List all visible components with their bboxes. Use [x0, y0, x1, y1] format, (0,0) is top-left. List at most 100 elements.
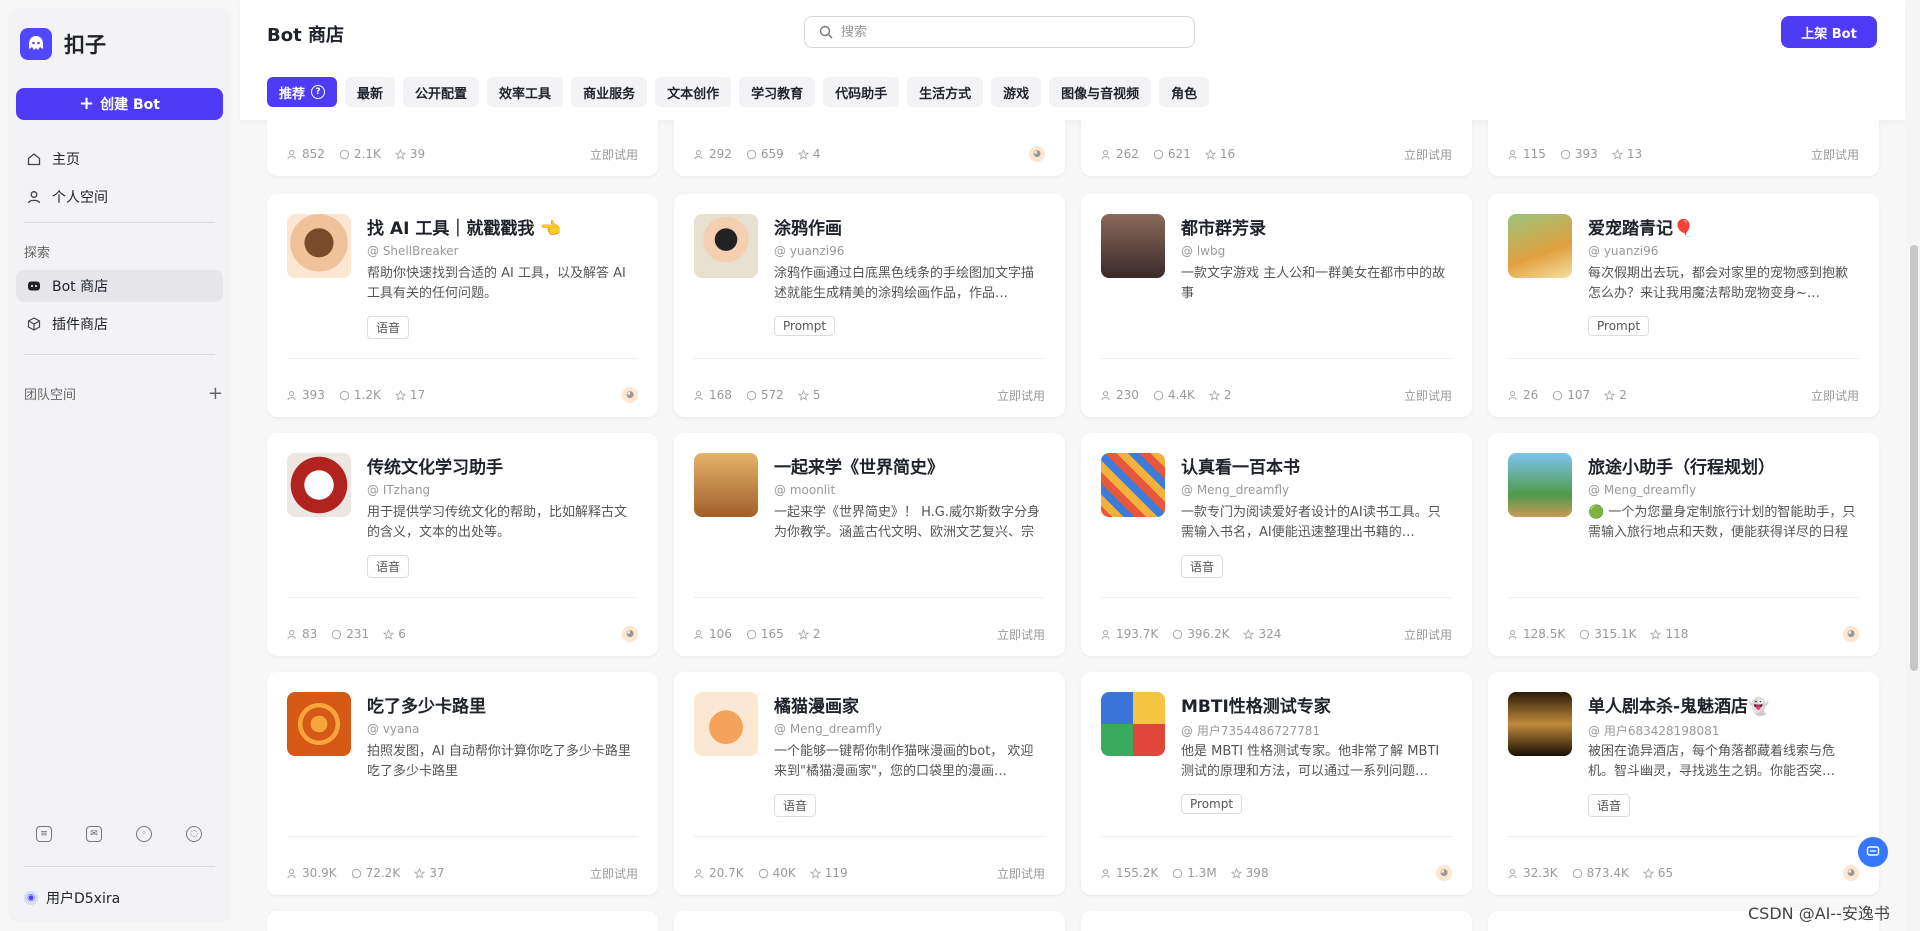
bot-card[interactable] — [267, 911, 658, 931]
try-now-link[interactable]: 立即试用 — [997, 626, 1045, 643]
bot-card[interactable]: 爱宠踏青记🎈 @ yuanzi96 每次假期出去玩，都会对家里的宠物感到抱歉怎么… — [1488, 194, 1879, 417]
bot-card[interactable] — [1081, 911, 1472, 931]
card-body: 涂鸦作画 @ yuanzi96 涂鸦作画通过白底黑色线条的手绘图加文字描述就能生… — [694, 214, 1045, 346]
bot-author: @ Meng_dreamfly — [1181, 483, 1290, 497]
sidebar-item-bot-store[interactable]: Bot 商店 — [16, 270, 223, 302]
try-now-link[interactable]: 立即试用 — [590, 146, 638, 163]
chats-stat: 107 — [1552, 388, 1590, 402]
bot-avatar — [1101, 453, 1165, 517]
tab-games[interactable]: 游戏 — [991, 77, 1042, 107]
bot-card[interactable]: MBTI性格测试专家 @ 用户7354486727781 他是 MBTI 性格测… — [1081, 672, 1472, 895]
bot-description: 一起来学《世界简史》！ H.G.威尔斯数字分身为你教学。涵盖古代文明、欧洲文艺复… — [774, 505, 1041, 540]
card-divider — [1508, 836, 1859, 837]
card-body: 单人剧本杀-鬼魅酒店👻 @ 用户683428198081 被困在诡异酒店，每个角… — [1508, 692, 1859, 824]
bot-description: 用于提供学习传统文化的帮助，比如解释古文的含义，文本的出处等。 — [367, 505, 628, 540]
help-icon[interactable]: ? — [311, 85, 326, 99]
bot-title: 认真看一百本书 — [1181, 458, 1300, 478]
bot-author: @ 用户683428198081 — [1588, 724, 1720, 738]
sidebar-item-label: 插件商店 — [52, 317, 108, 333]
bot-card[interactable]: 橘猫漫画家 @ Meng_dreamfly 一个能够一键帮你制作猫咪漫画的bot… — [674, 672, 1065, 895]
bot-card[interactable] — [674, 911, 1065, 931]
bot-avatar — [1101, 692, 1165, 756]
create-bot-button[interactable]: + 创建 Bot — [16, 88, 223, 120]
bot-avatar — [694, 214, 758, 278]
tab-public-config[interactable]: 公开配置 — [403, 77, 480, 107]
team-space-row[interactable]: 团队空间 + — [24, 383, 223, 404]
tab-productivity[interactable]: 效率工具 — [487, 77, 564, 107]
tab-media[interactable]: 图像与音视频 — [1049, 77, 1152, 107]
bot-card[interactable]: 传统文化学习助手 @ ITzhang 用于提供学习传统文化的帮助，比如解释古文的… — [267, 433, 658, 656]
chats-stat: 165 — [746, 627, 784, 641]
user-icon — [26, 189, 42, 205]
card-divider — [694, 836, 1045, 837]
stars-stat: 37 — [414, 866, 444, 880]
bot-card[interactable]: 262 621 16 立即试用 — [1081, 120, 1472, 176]
tab-business[interactable]: 商业服务 — [571, 77, 648, 107]
chat-support-button[interactable] — [1858, 837, 1888, 867]
try-now-link[interactable]: 立即试用 — [1811, 387, 1859, 404]
try-now-link[interactable]: 立即试用 — [997, 387, 1045, 404]
user-profile[interactable]: ◉ 用户D5xira — [24, 888, 120, 908]
bot-avatar — [287, 214, 351, 278]
try-now-link[interactable]: 立即试用 — [590, 865, 638, 882]
wechat-icon[interactable]: ◌ — [186, 826, 202, 842]
brand[interactable]: 扣子 — [20, 28, 106, 60]
creator-avatar-icon: ◕ — [1029, 146, 1045, 162]
card-divider — [1101, 597, 1452, 598]
search-input[interactable] — [841, 24, 1171, 40]
stars-stat: 5 — [797, 388, 820, 402]
bot-card[interactable]: 115 393 13 立即试用 — [1488, 120, 1879, 176]
chats-stat: 873.4K — [1572, 866, 1629, 880]
bot-card[interactable]: 852 2.1K 39 立即试用 — [267, 120, 658, 176]
try-now-link[interactable]: 立即试用 — [1404, 387, 1452, 404]
bot-description: 🟢 一个为您量身定制旅行计划的智能助手，只需输入旅行地点和天数，便能获得详尽的日… — [1588, 505, 1856, 540]
scrollbar[interactable] — [1906, 0, 1920, 931]
bot-grid: 852 2.1K 39 立即试用 292 659 4 ◕ 262 621 16 … — [240, 120, 1905, 931]
sidebar-item-label: 主页 — [52, 152, 80, 168]
stars-stat: 2 — [1604, 388, 1627, 402]
search-box[interactable] — [804, 16, 1195, 48]
sidebar-item-personal[interactable]: 个人空间 — [16, 181, 223, 213]
bot-card[interactable]: 旅途小助手（行程规划） @ Meng_dreamfly 🟢 一个为您量身定制旅行… — [1488, 433, 1879, 656]
try-now-link[interactable]: 立即试用 — [1404, 146, 1452, 163]
chats-stat: 1.3M — [1172, 866, 1217, 880]
tab-writing[interactable]: 文本创作 — [655, 77, 732, 107]
stars-stat: 2 — [1208, 388, 1232, 402]
bot-card[interactable]: 涂鸦作画 @ yuanzi96 涂鸦作画通过白底黑色线条的手绘图加文字描述就能生… — [674, 194, 1065, 417]
bot-avatar — [694, 692, 758, 756]
bot-title: 涂鸦作画 — [774, 219, 842, 239]
bot-description: 被困在诡异酒店，每个角落都藏着线索与危机。智斗幽灵，寻找逃生之钥。你能否突… — [1588, 744, 1836, 779]
chats-stat: 572 — [746, 388, 784, 402]
stars-stat: 118 — [1650, 627, 1688, 641]
bot-card[interactable]: 认真看一百本书 @ Meng_dreamfly 一款专门为阅读爱好者设计的AI读… — [1081, 433, 1472, 656]
document-icon[interactable]: ≡ — [36, 826, 52, 842]
tab-roles[interactable]: 角色 — [1159, 77, 1210, 107]
bot-card[interactable]: 292 659 4 ◕ — [674, 120, 1065, 176]
tab-latest[interactable]: 最新 — [345, 77, 396, 107]
sidebar-item-home[interactable]: 主页 — [16, 143, 223, 175]
users-stat: 32.3K — [1508, 866, 1558, 880]
bot-card[interactable]: 单人剧本杀-鬼魅酒店👻 @ 用户683428198081 被困在诡异酒店，每个角… — [1488, 672, 1879, 895]
try-now-link[interactable]: 立即试用 — [1404, 626, 1452, 643]
users-stat: 230 — [1101, 388, 1139, 402]
tab-recommended[interactable]: 推荐 ? — [267, 77, 338, 107]
mail-icon[interactable]: ✉ — [86, 826, 102, 842]
card-stats: 83 231 6 ◕ — [287, 624, 638, 644]
tab-label: 推荐 — [279, 86, 306, 102]
tab-code[interactable]: 代码助手 — [823, 77, 900, 107]
publish-bot-button[interactable]: 上架 Bot — [1781, 16, 1877, 48]
bot-card[interactable]: 一起来学《世界简史》 @ moonlit 一起来学《世界简史》！ H.G.威尔斯… — [674, 433, 1065, 656]
tab-education[interactable]: 学习教育 — [739, 77, 816, 107]
card-stats: 193.7K 396.2K 324 立即试用 — [1101, 624, 1452, 644]
sidebar-item-label: Bot 商店 — [52, 279, 109, 295]
scroll-thumb[interactable] — [1910, 245, 1918, 671]
try-now-link[interactable]: 立即试用 — [1811, 146, 1859, 163]
bot-card[interactable]: 吃了多少卡路里 @ vyana 拍照发图，AI 自动帮你计算你吃了多少卡路里 吃… — [267, 672, 658, 895]
add-team-icon[interactable]: + — [208, 383, 223, 404]
bot-card[interactable]: 找 AI 工具｜就戳戳我 👈 @ ShellBreaker 帮助你快速找到合适的… — [267, 194, 658, 417]
bot-card[interactable]: 都市群芳录 @ lwbg 一款文字游戏 主人公和一群美女在都市中的故事 230 … — [1081, 194, 1472, 417]
try-now-link[interactable]: 立即试用 — [997, 865, 1045, 882]
sidebar-item-plugin-store[interactable]: 插件商店 — [16, 308, 223, 340]
discord-icon[interactable]: ◦ — [136, 826, 152, 842]
tab-lifestyle[interactable]: 生活方式 — [907, 77, 984, 107]
